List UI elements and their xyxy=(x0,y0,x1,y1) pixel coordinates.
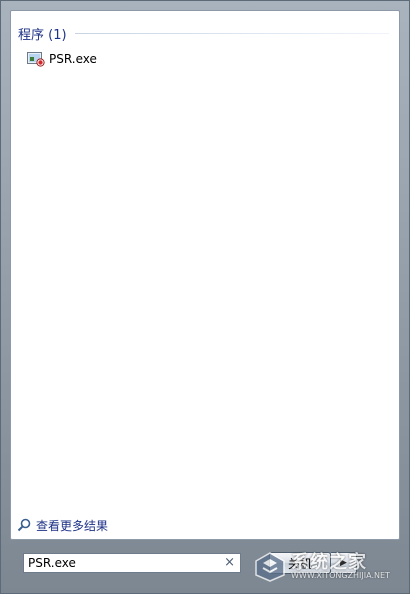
watermark: 系统之家 WWW.XITONGZHIJIA.NET xyxy=(253,549,403,585)
search-input[interactable] xyxy=(24,554,222,572)
see-more-label: 查看更多结果 xyxy=(36,518,109,533)
clear-search-icon[interactable]: × xyxy=(224,554,235,572)
search-box[interactable]: × xyxy=(23,553,241,573)
group-title: 程序 (1) xyxy=(18,27,67,43)
watermark-name: 系统之家 xyxy=(291,552,367,573)
see-more-results-link[interactable]: 查看更多结果 xyxy=(17,516,108,534)
watermark-url: WWW.XITONGZHIJIA.NET xyxy=(291,571,390,580)
watermark-logo-icon xyxy=(255,552,285,582)
start-menu-frame: 程序 (1) PSR.exe 查看更多结果 × 关机 ▶ xyxy=(0,0,410,594)
search-results-pane: 程序 (1) PSR.exe 查看更多结果 xyxy=(10,10,400,540)
results-group-header: 程序 (1) xyxy=(18,24,389,43)
result-label: PSR.exe xyxy=(49,52,97,66)
watermark-text: 系统之家 WWW.XITONGZHIJIA.NET xyxy=(291,554,390,580)
result-item-psr[interactable]: PSR.exe xyxy=(27,48,227,70)
group-divider xyxy=(74,32,389,34)
steps-recorder-app-icon xyxy=(27,52,45,67)
magnifier-icon xyxy=(17,518,31,532)
